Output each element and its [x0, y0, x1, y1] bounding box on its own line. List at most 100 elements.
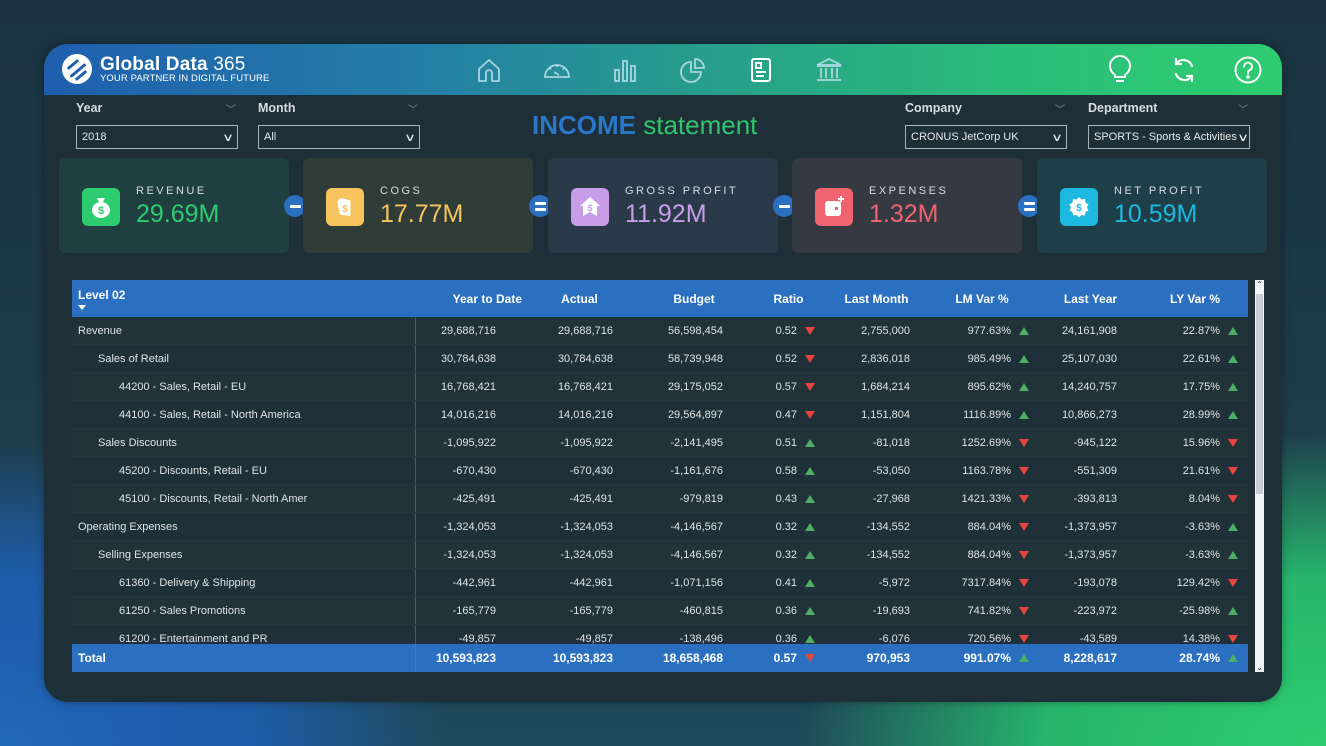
- row-label[interactable]: 45100 - Discounts, Retail - North Amer: [72, 485, 416, 512]
- chevron-down-icon[interactable]: ﹀: [1055, 101, 1065, 116]
- column-header-ytd[interactable]: Year to Date: [416, 280, 522, 317]
- scroll-up-icon[interactable]: ⌃: [1255, 280, 1264, 289]
- table-row[interactable]: 61200 - Entertainment and PR -49,857 -49,8…: [72, 625, 1248, 644]
- help-icon[interactable]: [1232, 54, 1264, 86]
- sort-descending-icon[interactable]: [78, 304, 86, 310]
- department-dropdown[interactable]: SPORTS - Sports & Activities ∨: [1088, 125, 1250, 149]
- title-statement: statement: [636, 110, 758, 140]
- table-row[interactable]: Selling Expenses -1,324,053 -1,324,053 -4,1…: [72, 541, 1248, 569]
- table-row[interactable]: 44100 - Sales, Retail - North America 14,…: [72, 401, 1248, 429]
- cell-value: 25,107,030: [1061, 352, 1117, 365]
- chevron-down-icon[interactable]: ﹀: [408, 101, 418, 116]
- gauge-icon[interactable]: [542, 55, 572, 85]
- table-row[interactable]: 61250 - Sales Promotions -165,779 -165,779…: [72, 597, 1248, 625]
- triangle-down-icon: [1019, 550, 1029, 559]
- table-row[interactable]: Revenue 29,688,716 29,688,716 56,598,454 0.5…: [72, 317, 1248, 345]
- cell-ly-var: 21.61%: [1144, 457, 1246, 484]
- cell-value: 0.36: [775, 632, 797, 645]
- table-body: Revenue 29,688,716 29,688,716 56,598,454 0.5…: [72, 317, 1248, 644]
- cell-ly-var: -25.98%: [1144, 597, 1246, 624]
- table-row[interactable]: 61360 - Delivery & Shipping -442,961 -442,…: [72, 569, 1248, 597]
- column-header-label: LY Var %: [1169, 291, 1221, 306]
- row-label[interactable]: 61250 - Sales Promotions: [72, 597, 416, 624]
- column-header-lm-var[interactable]: LM Var %: [927, 280, 1037, 317]
- table-row[interactable]: 44200 - Sales, Retail - EU 16,768,421 16,7…: [72, 373, 1248, 401]
- table-row[interactable]: Operating Expenses -1,324,053 -1,324,053 -4…: [72, 513, 1248, 541]
- scrollbar-thumb[interactable]: [1256, 294, 1263, 494]
- kpi-card-net-profit: $ NET PROFIT 10.59M: [1037, 158, 1267, 253]
- triangle-down-icon: [1228, 466, 1238, 475]
- row-label[interactable]: Sales of Retail: [72, 345, 416, 372]
- cell-value: -979,819: [679, 492, 723, 505]
- cell-actual: -49,857: [522, 625, 637, 645]
- cell-budget: -4,146,567: [637, 513, 751, 540]
- bank-icon[interactable]: [814, 55, 844, 85]
- year-slicer: Year ﹀ 2018 ∨: [76, 101, 238, 149]
- refresh-icon[interactable]: [1168, 54, 1200, 86]
- company-dropdown[interactable]: CRONUS JetCorp UK ∨: [905, 125, 1067, 149]
- row-label[interactable]: 44200 - Sales, Retail - EU: [72, 373, 416, 400]
- cell-value: 0.52: [775, 352, 797, 365]
- row-label[interactable]: 45200 - Discounts, Retail - EU: [72, 457, 416, 484]
- chevron-down-icon[interactable]: ﹀: [226, 101, 236, 116]
- svg-text:$: $: [342, 204, 348, 215]
- cell-value: 0.32: [775, 548, 797, 561]
- row-label[interactable]: Selling Expenses: [72, 541, 416, 568]
- column-header-ratio[interactable]: Ratio: [751, 280, 826, 317]
- cell-last-month: 2,836,018: [826, 345, 927, 372]
- cell-budget: 18,658,468: [637, 644, 751, 672]
- bar-chart-icon[interactable]: [610, 55, 640, 85]
- cell-value: 0.57: [775, 380, 797, 393]
- cell-value: -1,324,053: [443, 520, 496, 533]
- row-label[interactable]: Revenue: [72, 317, 416, 344]
- year-dropdown[interactable]: 2018 ∨: [76, 125, 238, 149]
- triangle-up-icon: [1019, 326, 1029, 335]
- cell-lm-var: 1116.89%: [927, 401, 1037, 428]
- table-row[interactable]: Sales of Retail 30,784,638 30,784,638 58,73…: [72, 345, 1248, 373]
- table-row[interactable]: Sales Discounts -1,095,922 -1,095,922 -2,14…: [72, 429, 1248, 457]
- pie-chart-icon[interactable]: [678, 55, 708, 85]
- table-row[interactable]: 45100 - Discounts, Retail - North Amer -4…: [72, 485, 1248, 513]
- cell-value: 0.32: [775, 520, 797, 533]
- vertical-scrollbar[interactable]: ⌃ ⌄: [1255, 280, 1264, 672]
- cell-budget: -1,071,156: [637, 569, 751, 596]
- cell-ytd: -670,430: [416, 457, 522, 484]
- triangle-down-icon: [1019, 494, 1029, 503]
- cell-ytd: -442,961: [416, 569, 522, 596]
- row-label[interactable]: 61200 - Entertainment and PR: [72, 625, 416, 644]
- brand-logo[interactable]: Global Data 365 YOUR PARTNER IN DIGITAL …: [62, 54, 269, 84]
- cell-value: 0.41: [775, 576, 797, 589]
- price-tag-icon: $: [326, 188, 364, 226]
- scroll-down-icon[interactable]: ⌄: [1255, 663, 1264, 672]
- triangle-up-icon: [805, 606, 815, 615]
- triangle-down-icon: [1019, 522, 1029, 531]
- row-label[interactable]: 44100 - Sales, Retail - North America: [72, 401, 416, 428]
- triangle-up-icon: [1019, 354, 1029, 363]
- column-header-actual[interactable]: Actual: [522, 280, 637, 317]
- cell-value: -6,076: [878, 632, 910, 645]
- column-header-level[interactable]: Level 02: [72, 280, 416, 317]
- cell-value: 741.82%: [967, 604, 1011, 617]
- report-icon[interactable]: [746, 55, 776, 85]
- cell-lm-var: 991.07%: [927, 644, 1037, 672]
- row-label[interactable]: 61360 - Delivery & Shipping: [72, 569, 416, 596]
- month-value: All: [264, 131, 277, 143]
- svg-text:$: $: [1076, 203, 1082, 214]
- cell-budget: 58,739,948: [637, 345, 751, 372]
- home-icon[interactable]: [474, 55, 504, 85]
- cell-value: 10,593,823: [552, 651, 613, 665]
- column-header-budget[interactable]: Budget: [637, 280, 751, 317]
- row-label[interactable]: Total: [72, 644, 416, 672]
- triangle-up-icon: [805, 550, 815, 559]
- cell-value: 29,175,052: [667, 380, 723, 393]
- cell-last-month: -53,050: [826, 457, 927, 484]
- column-header-last-year[interactable]: Last Year: [1037, 280, 1144, 317]
- table-row[interactable]: 45200 - Discounts, Retail - EU -670,430 -6…: [72, 457, 1248, 485]
- chevron-down-icon[interactable]: ﹀: [1238, 101, 1248, 116]
- row-label[interactable]: Sales Discounts: [72, 429, 416, 456]
- month-dropdown[interactable]: All ∨: [258, 125, 420, 149]
- lightbulb-icon[interactable]: [1104, 54, 1136, 86]
- row-label[interactable]: Operating Expenses: [72, 513, 416, 540]
- column-header-ly-var[interactable]: LY Var %: [1144, 280, 1246, 317]
- column-header-last-month[interactable]: Last Month: [826, 280, 927, 317]
